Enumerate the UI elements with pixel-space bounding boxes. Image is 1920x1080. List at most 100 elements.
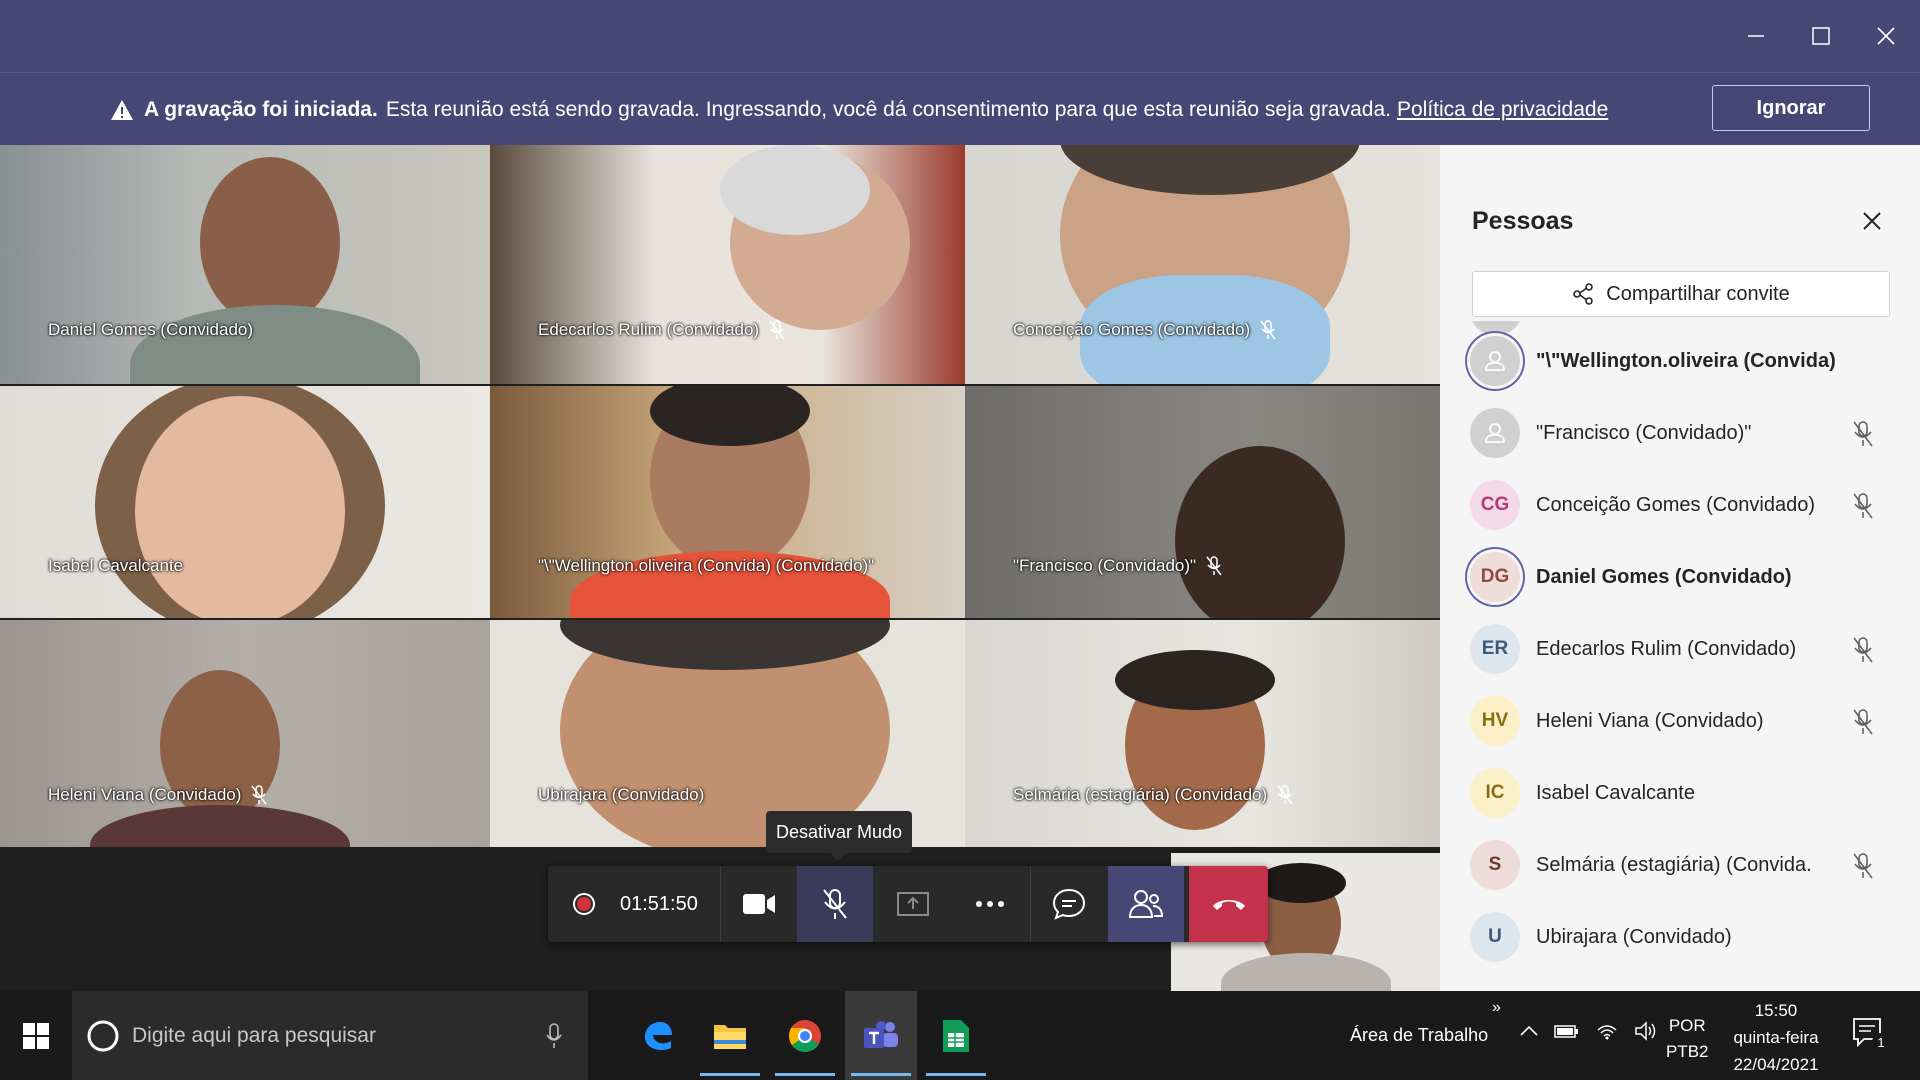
video-tile[interactable]: Selmária (estagiária) (Convidado)	[965, 620, 1440, 847]
battery-icon[interactable]	[1554, 1023, 1580, 1039]
file-explorer-taskbar-button[interactable]	[694, 991, 766, 1080]
teams-taskbar-button[interactable]	[845, 991, 917, 1080]
mic-toggle-button[interactable]	[797, 866, 873, 942]
participant-row[interactable]: ER Edecarlos Rulim (Convidado)	[1440, 613, 1920, 685]
maximize-button[interactable]	[1788, 0, 1854, 72]
video-tile[interactable]: Heleni Viana (Convidado)	[0, 620, 490, 847]
participant-row[interactable]: HV Heleni Viana (Convidado)	[1440, 685, 1920, 757]
keyboard-layout: PTB2	[1666, 1042, 1709, 1061]
participant-name: Edecarlos Rulim (Convidado)	[1536, 637, 1797, 660]
video-tile[interactable]: Conceição Gomes (Convidado)	[965, 145, 1440, 384]
participants-button[interactable]	[1108, 866, 1184, 942]
share-invite-button[interactable]: Compartilhar convite	[1472, 271, 1890, 317]
video-tile[interactable]: "\"Wellington.oliveira (Convida) (Convid…	[490, 386, 965, 618]
muted-mic-icon	[251, 785, 268, 805]
avatar	[1470, 408, 1520, 458]
cortana-icon	[87, 1020, 119, 1052]
notification-count-badge: 1	[1872, 1033, 1890, 1051]
participant-label: Selmária (estagiária) (Convidado)	[1013, 785, 1293, 805]
avatar: IC	[1470, 768, 1520, 818]
sheets-taskbar-button[interactable]	[920, 991, 992, 1080]
toolbar-expand-chevron-icon[interactable]: »	[1492, 999, 1501, 1017]
close-window-button[interactable]	[1853, 0, 1919, 72]
windows-logo-icon	[23, 1022, 49, 1049]
share-invite-label: Compartilhar convite	[1606, 282, 1790, 305]
recording-message: A gravação foi iniciada. Esta reunião es…	[110, 73, 1608, 146]
recording-indicator: 01:51:50	[572, 866, 698, 942]
avatar: DG	[1470, 552, 1520, 602]
notifications-button[interactable]: 1	[1852, 1017, 1890, 1054]
input-language-indicator[interactable]: POR PTB2	[1666, 1013, 1709, 1065]
avatar: U	[1470, 912, 1520, 962]
muted-mic-icon	[769, 320, 785, 340]
muted-mic-icon	[1853, 421, 1873, 447]
share-screen-icon	[897, 892, 929, 916]
chevron-up-icon[interactable]	[1520, 1025, 1538, 1037]
clock-time: 15:50	[1754, 1001, 1798, 1020]
participant-name: Isabel Cavalcante	[1536, 781, 1695, 804]
muted-mic-icon	[1260, 320, 1276, 340]
dismiss-button[interactable]: Ignorar	[1712, 85, 1870, 131]
participant-muted-indicator	[1852, 637, 1874, 668]
participant-name: Selmária (estagiária) (Convida.	[1536, 853, 1812, 876]
participant-row[interactable]: S Selmária (estagiária) (Convida.	[1440, 829, 1920, 901]
microphone-icon[interactable]	[546, 1023, 562, 1049]
more-actions-button[interactable]	[952, 866, 1028, 942]
volume-icon[interactable]	[1634, 1021, 1658, 1041]
muted-mic-icon	[1853, 709, 1873, 735]
participant-row[interactable]: DG Daniel Gomes (Convidado)	[1440, 541, 1920, 613]
windows-taskbar: Digite aqui para pesquisar Área de Traba…	[0, 991, 1920, 1080]
hang-up-button[interactable]	[1189, 866, 1268, 942]
close-panel-button[interactable]	[1854, 203, 1890, 239]
minimize-icon	[1748, 35, 1764, 37]
participant-label: Ubirajara (Convidado)	[538, 785, 705, 804]
avatar: HV	[1470, 696, 1520, 746]
people-panel: Pessoas Compartilhar convite "\"Wellingt…	[1440, 145, 1920, 991]
share-screen-button[interactable]	[875, 866, 951, 942]
participant-row[interactable]: "\"Wellington.oliveira (Convida) .	[1440, 325, 1920, 397]
video-tile[interactable]: Daniel Gomes (Convidado)	[0, 145, 490, 384]
close-icon	[1877, 27, 1895, 45]
system-tray-icons	[1520, 1021, 1658, 1041]
recording-dot-icon	[573, 893, 595, 915]
spreadsheet-icon	[943, 1019, 969, 1052]
maximize-icon	[1812, 27, 1830, 45]
muted-mic-icon	[1853, 853, 1873, 879]
participant-muted-indicator	[1852, 421, 1874, 452]
warning-icon	[111, 99, 133, 120]
folder-icon	[714, 1024, 746, 1049]
person-icon	[1485, 351, 1505, 371]
teams-icon	[864, 1020, 898, 1048]
video-tile[interactable]: "Francisco (Convidado)"	[965, 386, 1440, 618]
minimize-button[interactable]	[1723, 0, 1789, 72]
chat-button[interactable]	[1030, 866, 1107, 942]
start-button[interactable]	[0, 991, 72, 1080]
recording-banner: A gravação foi iniciada. Esta reunião es…	[0, 72, 1920, 145]
muted-mic-icon	[1853, 637, 1873, 663]
participant-row[interactable]: CG Conceição Gomes (Convidado)	[1440, 469, 1920, 541]
participant-muted-indicator	[1852, 853, 1874, 884]
title-bar	[0, 0, 1920, 72]
privacy-policy-link[interactable]: Política de privacidade	[1397, 98, 1608, 122]
participant-label: "Francisco (Convidado)"	[1013, 556, 1222, 576]
participant-row[interactable]: "Francisco (Convidado)"	[1440, 397, 1920, 469]
camera-button[interactable]	[720, 866, 797, 942]
hang-up-icon	[1212, 900, 1245, 910]
desktop-toolbar-label[interactable]: Área de Trabalho	[1350, 1025, 1488, 1046]
participant-name: Ubirajara (Convidado)	[1536, 925, 1732, 948]
participant-row[interactable]: IC Isabel Cavalcante	[1440, 757, 1920, 829]
edge-taskbar-button[interactable]	[622, 991, 694, 1080]
language-code: POR	[1668, 1016, 1706, 1035]
wifi-icon[interactable]	[1596, 1022, 1618, 1040]
participant-muted-indicator	[1852, 493, 1874, 524]
taskbar-search-box[interactable]: Digite aqui para pesquisar	[72, 991, 588, 1080]
avatar: CG	[1470, 480, 1520, 530]
clock[interactable]: 15:50 quinta-feira 22/04/2021	[1726, 997, 1826, 1078]
participant-row[interactable]: U Ubirajara (Convidado)	[1440, 901, 1920, 973]
chrome-taskbar-button[interactable]	[769, 991, 841, 1080]
video-tile[interactable]: Isabel Cavalcante	[0, 386, 490, 618]
close-icon	[1863, 212, 1881, 230]
video-tile[interactable]: Edecarlos Rulim (Convidado)	[490, 145, 965, 384]
participant-label: Heleni Viana (Convidado)	[48, 785, 268, 805]
video-camera-icon	[743, 894, 775, 914]
